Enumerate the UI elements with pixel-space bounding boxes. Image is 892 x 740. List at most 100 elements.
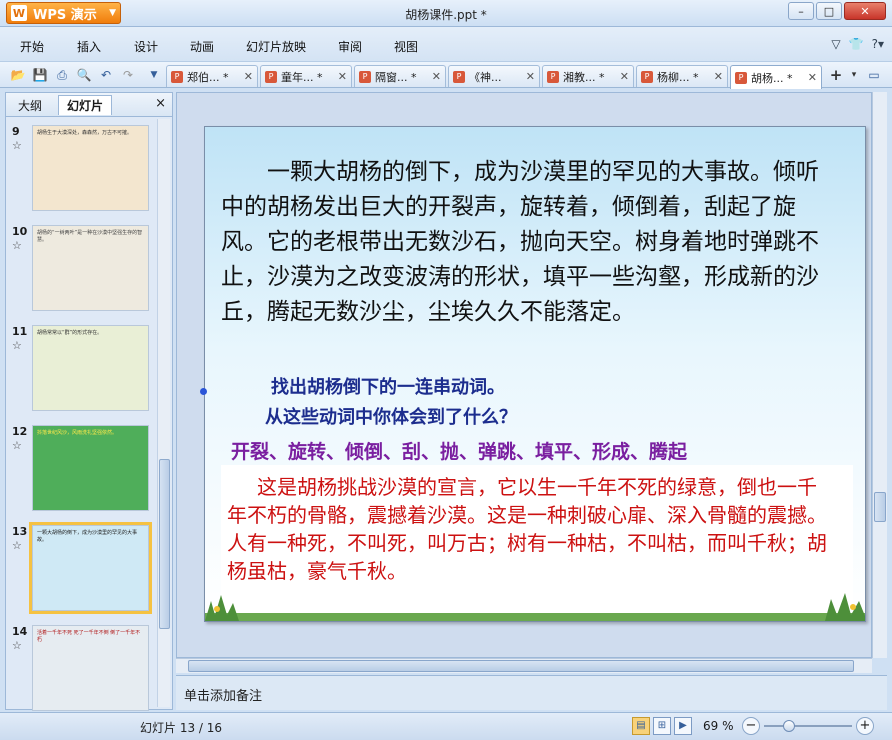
doc-tab-label: 胡杨... *: [751, 71, 793, 85]
status-bar: 幻灯片 13 / 16 ▤ ⊞ ▶ 69 % − +: [0, 712, 892, 740]
vertical-scrollbar[interactable]: [872, 92, 887, 658]
skin-icon[interactable]: 👕: [849, 37, 864, 51]
close-icon[interactable]: ×: [155, 96, 166, 111]
dropdown-icon[interactable]: ▼: [146, 67, 162, 83]
scrollbar-thumb[interactable]: [159, 459, 170, 629]
zoom-slider[interactable]: [764, 725, 852, 727]
star-icon: ☆: [12, 139, 22, 152]
help-icon[interactable]: ?▾: [872, 37, 884, 51]
ppt-file-icon: P: [641, 70, 653, 83]
star-icon: ☆: [12, 239, 22, 252]
maximize-button[interactable]: □: [816, 2, 842, 20]
doc-tab[interactable]: P 隔窗... * ✕: [354, 65, 446, 87]
ppt-file-icon: P: [265, 70, 277, 83]
star-icon: ☆: [12, 539, 22, 552]
doc-tab-label: 湘教... *: [563, 70, 605, 84]
slide-thumbnail[interactable]: 抖落世纪风沙，风雨洗礼坚强依然。: [32, 425, 149, 511]
thumb-number: 9: [12, 125, 20, 138]
print-icon[interactable]: ⎙: [54, 67, 70, 83]
slide-main-text[interactable]: 一颗大胡杨的倒下，成为沙漠里的罕见的大事故。倾听中的胡杨发出巨大的开裂声，旋转着…: [221, 155, 821, 330]
menu-animation[interactable]: 动画: [190, 38, 214, 55]
view-switcher: ▤ ⊞ ▶: [632, 717, 692, 735]
redo-icon[interactable]: ↷: [120, 67, 136, 83]
toolbar: 📂 💾 ⎙ 🔍 ↶ ↷ ▼ P 郑伯... * ✕ P 童年... * ✕ P …: [0, 61, 892, 89]
collapse-ribbon-icon[interactable]: ▽: [831, 37, 840, 51]
close-tab-icon[interactable]: ✕: [714, 70, 723, 83]
slide-thumbnail-selected[interactable]: 一颗大胡杨的倒下，成为沙漠里的罕见的大事故。: [29, 522, 152, 614]
doc-tab-label: 郑伯... *: [187, 70, 229, 84]
menu-review[interactable]: 审阅: [338, 38, 362, 55]
scrollbar-thumb[interactable]: [188, 660, 854, 672]
zoom-in-button[interactable]: +: [856, 717, 874, 735]
menu-design[interactable]: 设计: [134, 38, 158, 55]
tab-outline[interactable]: 大纲: [18, 97, 42, 114]
menu-home[interactable]: 开始: [20, 38, 44, 55]
open-icon[interactable]: 📂: [10, 67, 26, 83]
menu-slideshow[interactable]: 幻灯片放映: [246, 38, 306, 55]
close-tab-icon[interactable]: ✕: [526, 70, 535, 83]
new-tab-icon[interactable]: +: [828, 67, 844, 83]
thumbnail-text: 胡杨的“一树两叶”是一种在沙漠中坚强生存的智慧。: [37, 230, 143, 243]
close-tab-icon[interactable]: ✕: [808, 71, 817, 84]
close-tab-icon[interactable]: ✕: [620, 70, 629, 83]
menu-insert[interactable]: 插入: [77, 38, 101, 55]
doc-tab[interactable]: P 郑伯... * ✕: [166, 65, 258, 87]
panel-tabs: 大纲 幻灯片 ×: [6, 93, 172, 117]
thumb-number: 13: [12, 525, 28, 538]
doc-tab-label: 杨柳... *: [657, 70, 699, 84]
normal-view-icon[interactable]: ▤: [632, 717, 650, 735]
menu-view[interactable]: 视图: [394, 38, 418, 55]
save-icon[interactable]: 💾: [32, 67, 48, 83]
tab-slides[interactable]: 幻灯片: [58, 95, 113, 115]
slides-panel: 大纲 幻灯片 × 9 ☆ 胡杨生于大漠深处，森森然，万古不可摧。 10 ☆ 胡杨…: [5, 92, 173, 711]
slideshow-view-icon[interactable]: ▶: [674, 717, 692, 735]
slide-thumbnail[interactable]: 胡杨的“一树两叶”是一种在沙漠中坚强生存的智慧。: [32, 225, 149, 311]
horizontal-scrollbar[interactable]: [176, 658, 872, 673]
slide-answer-text[interactable]: 这是胡杨挑战沙漠的宣言，它以生一千年不死的绿意，倒也一千年不朽的骨骼，震撼着沙漠…: [227, 473, 829, 585]
notes-pane[interactable]: 单击添加备注: [176, 675, 887, 710]
tab-layout-icon[interactable]: ▭: [866, 67, 882, 83]
sorter-view-icon[interactable]: ⊞: [653, 717, 671, 735]
window-title: 胡杨课件.ppt *: [405, 8, 487, 22]
doc-tab[interactable]: P 杨柳... * ✕: [636, 65, 728, 87]
slide-thumbnail[interactable]: 胡杨常常以“群”的形式存在。: [32, 325, 149, 411]
selection-handle[interactable]: [200, 388, 207, 395]
minimize-button[interactable]: –: [788, 2, 814, 20]
title-bar: W WPS 演示 ▼ 胡杨课件.ppt * – □ ✕: [0, 0, 892, 27]
slide-question-1[interactable]: 找出胡杨倒下的一连串动词。: [271, 373, 505, 399]
thumbnail-text: 胡杨生于大漠深处，森森然，万古不可摧。: [37, 130, 133, 136]
slide-thumbnail[interactable]: 胡杨生于大漠深处，森森然，万古不可摧。: [32, 125, 149, 211]
close-tab-icon[interactable]: ✕: [432, 70, 441, 83]
ppt-file-icon: P: [735, 71, 747, 84]
undo-icon[interactable]: ↶: [98, 67, 114, 83]
thumbnail-text: 活着一千年不死 死了一千年不倒 倒了一千年不朽: [37, 630, 141, 643]
slide-question-2[interactable]: 从这些动词中你体会到了什么？: [265, 403, 517, 429]
thumbnail-scrollbar[interactable]: [157, 119, 170, 707]
doc-tab-active[interactable]: P 胡杨... * ✕: [730, 65, 822, 89]
doc-tab[interactable]: P 湘教... * ✕: [542, 65, 634, 87]
zoom-level[interactable]: 69 %: [703, 719, 734, 733]
tab-list-icon[interactable]: ▾: [846, 67, 862, 83]
thumbnail-text: 抖落世纪风沙，风雨洗礼坚强依然。: [37, 430, 118, 436]
close-tab-icon[interactable]: ✕: [338, 70, 347, 83]
notes-placeholder: 单击添加备注: [184, 689, 263, 704]
doc-tab[interactable]: P 《神... ✕: [448, 65, 540, 87]
close-tab-icon[interactable]: ✕: [244, 70, 253, 83]
star-icon: ☆: [12, 339, 22, 352]
thumb-number: 14: [12, 625, 28, 638]
ppt-file-icon: P: [453, 70, 465, 83]
thumbnail-text: 胡杨常常以“群”的形式存在。: [37, 330, 103, 336]
star-icon: ☆: [12, 639, 22, 652]
doc-tab-label: 童年... *: [281, 70, 323, 84]
doc-tab-label: 隔窗... *: [375, 70, 417, 84]
slide-verbs-text[interactable]: 开裂、旋转、倾倒、刮、抛、弹跳、填平、形成、腾起: [231, 437, 687, 464]
zoom-slider-thumb[interactable]: [783, 720, 795, 732]
slide-counter: 幻灯片 13 / 16: [140, 721, 223, 735]
close-button[interactable]: ✕: [844, 2, 886, 20]
doc-tab[interactable]: P 童年... * ✕: [260, 65, 352, 87]
slide-thumbnail[interactable]: 活着一千年不死 死了一千年不倒 倒了一千年不朽: [32, 625, 149, 711]
zoom-out-button[interactable]: −: [742, 717, 760, 735]
preview-icon[interactable]: 🔍: [76, 67, 92, 83]
slide-canvas[interactable]: 一颗大胡杨的倒下，成为沙漠里的罕见的大事故。倾听中的胡杨发出巨大的开裂声，旋转着…: [204, 126, 866, 622]
scrollbar-thumb[interactable]: [874, 492, 886, 522]
